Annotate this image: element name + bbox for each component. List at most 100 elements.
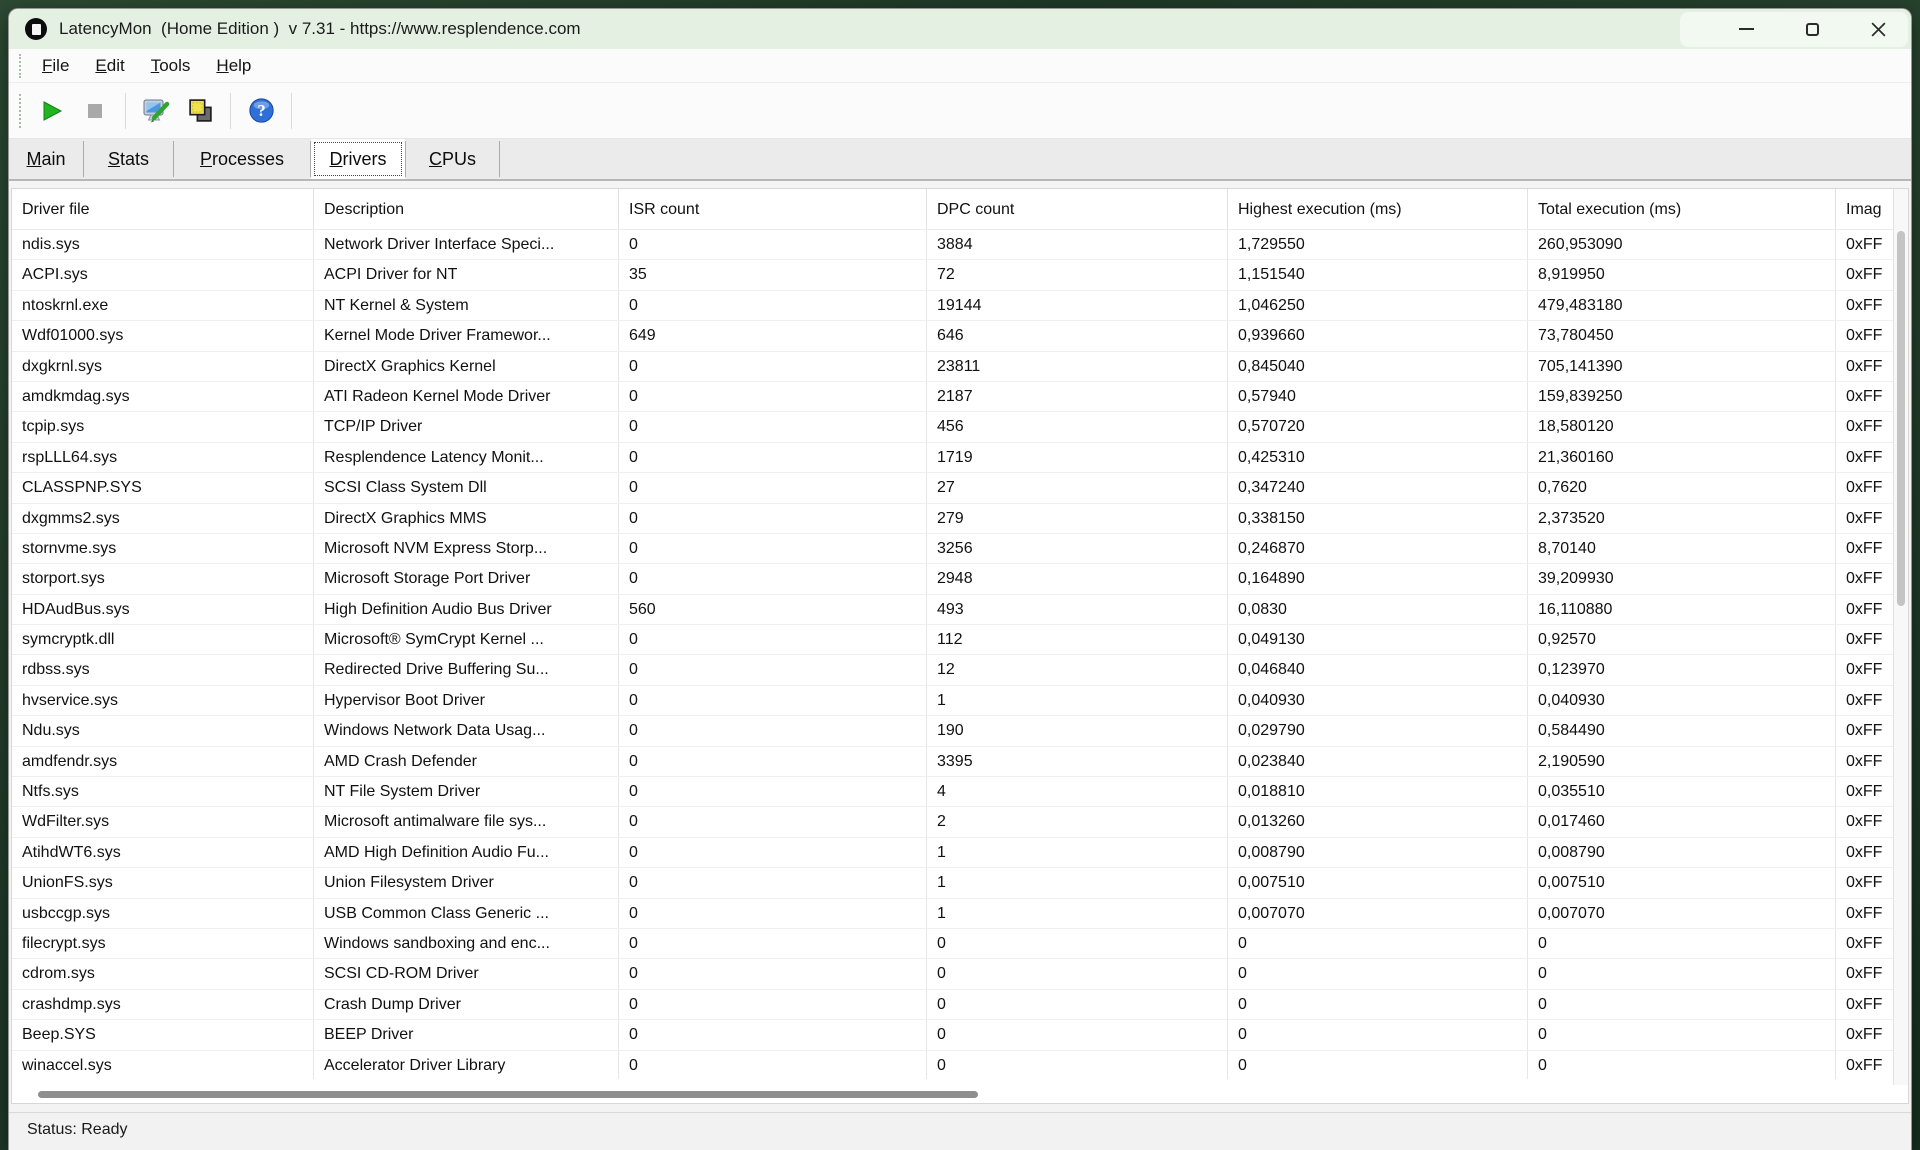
table-row[interactable]: CLASSPNP.SYS SCSI Class System Dll 0 27 … <box>12 473 1893 503</box>
table-row[interactable]: Beep.SYS BEEP Driver 0 0 0 0 0xFF <box>12 1020 1893 1050</box>
table-body: ndis.sys Network Driver Interface Speci.… <box>12 230 1893 1079</box>
cell-isr-count: 0 <box>619 686 927 715</box>
horizontal-scrollbar[interactable] <box>12 1085 1893 1103</box>
table-row[interactable]: ntoskrnl.exe NT Kernel & System 0 19144 … <box>12 291 1893 321</box>
table-row[interactable]: dxgmms2.sys DirectX Graphics MMS 0 279 0… <box>12 504 1893 534</box>
column-header-highest-execution[interactable]: Highest execution (ms) <box>1228 189 1528 229</box>
cell-highest-execution: 1,151540 <box>1228 260 1528 289</box>
table-row[interactable]: amdfendr.sys AMD Crash Defender 0 3395 0… <box>12 747 1893 777</box>
cell-driver-file: AtihdWT6.sys <box>12 838 314 867</box>
cell-driver-file: Ndu.sys <box>12 716 314 745</box>
cell-description: Resplendence Latency Monit... <box>314 443 619 472</box>
toolbar-gripper[interactable] <box>19 94 21 128</box>
cell-dpc-count: 2948 <box>927 564 1228 593</box>
vertical-scrollbar-thumb[interactable] <box>1897 231 1905 606</box>
table-row[interactable]: hvservice.sys Hypervisor Boot Driver 0 1… <box>12 686 1893 716</box>
horizontal-scrollbar-thumb[interactable] <box>38 1091 978 1098</box>
cell-isr-count: 0 <box>619 716 927 745</box>
tab-main[interactable]: Main <box>9 139 83 179</box>
column-header-description[interactable]: Description <box>314 189 619 229</box>
table-row[interactable]: WdFilter.sys Microsoft antimalware file … <box>12 807 1893 837</box>
title-bar[interactable]: LatencyMon (Home Edition ) v 7.31 - http… <box>9 9 1911 49</box>
menu-gripper[interactable] <box>19 54 21 78</box>
close-button[interactable] <box>1845 9 1911 49</box>
table-row[interactable]: ndis.sys Network Driver Interface Speci.… <box>12 230 1893 260</box>
table-row[interactable]: storport.sys Microsoft Storage Port Driv… <box>12 564 1893 594</box>
cell-dpc-count: 0 <box>927 959 1228 988</box>
cell-isr-count: 0 <box>619 352 927 381</box>
cell-driver-file: cdrom.sys <box>12 959 314 988</box>
table-row[interactable]: Wdf01000.sys Kernel Mode Driver Framewor… <box>12 321 1893 351</box>
table-row[interactable]: UnionFS.sys Union Filesystem Driver 0 1 … <box>12 868 1893 898</box>
vertical-scrollbar[interactable] <box>1893 189 1908 1085</box>
tab-drivers[interactable]: Drivers <box>311 139 405 179</box>
menu-file[interactable]: File <box>29 53 82 79</box>
menu-edit[interactable]: Edit <box>82 53 137 79</box>
column-header-driver-file[interactable]: Driver file <box>12 189 314 229</box>
table-row[interactable]: crashdmp.sys Crash Dump Driver 0 0 0 0 0… <box>12 990 1893 1020</box>
cell-isr-count: 0 <box>619 443 927 472</box>
cell-image-base: 0xFF <box>1836 504 1893 533</box>
menu-tools[interactable]: Tools <box>138 53 204 79</box>
table-row[interactable]: tcpip.sys TCP/IP Driver 0 456 0,570720 1… <box>12 412 1893 442</box>
cell-description: NT File System Driver <box>314 777 619 806</box>
cell-driver-file: winaccel.sys <box>12 1051 314 1079</box>
table-row[interactable]: amdkmdag.sys ATI Radeon Kernel Mode Driv… <box>12 382 1893 412</box>
copy-pages-icon <box>187 97 214 124</box>
cell-driver-file: filecrypt.sys <box>12 929 314 958</box>
table-row[interactable]: Ntfs.sys NT File System Driver 0 4 0,018… <box>12 777 1893 807</box>
table-row[interactable]: HDAudBus.sys High Definition Audio Bus D… <box>12 595 1893 625</box>
table-row[interactable]: symcryptk.dll Microsoft® SymCrypt Kernel… <box>12 625 1893 655</box>
table-row[interactable]: Ndu.sys Windows Network Data Usag... 0 1… <box>12 716 1893 746</box>
table-row[interactable]: dxgkrnl.sys DirectX Graphics Kernel 0 23… <box>12 352 1893 382</box>
cell-dpc-count: 12 <box>927 655 1228 684</box>
maximize-button[interactable] <box>1779 9 1845 49</box>
cell-dpc-count: 72 <box>927 260 1228 289</box>
cell-total-execution: 0,007510 <box>1528 868 1836 897</box>
cell-driver-file: tcpip.sys <box>12 412 314 441</box>
tab-processes[interactable]: Processes <box>174 139 310 179</box>
cell-image-base: 0xFF <box>1836 230 1893 259</box>
tab-stats[interactable]: Stats <box>84 139 173 179</box>
cell-image-base: 0xFF <box>1836 1051 1893 1079</box>
start-button[interactable] <box>29 90 73 132</box>
cell-isr-count: 0 <box>619 625 927 654</box>
cell-description: Accelerator Driver Library <box>314 1051 619 1079</box>
table-row[interactable]: rspLLL64.sys Resplendence Latency Monit.… <box>12 443 1893 473</box>
cell-image-base: 0xFF <box>1836 747 1893 776</box>
tab-cpus[interactable]: CPUs <box>406 139 499 179</box>
cell-description: Microsoft® SymCrypt Kernel ... <box>314 625 619 654</box>
cell-dpc-count: 456 <box>927 412 1228 441</box>
menu-help[interactable]: Help <box>203 53 264 79</box>
cell-highest-execution: 0,347240 <box>1228 473 1528 502</box>
analyze-button[interactable] <box>134 90 178 132</box>
table-row[interactable]: rdbss.sys Redirected Drive Buffering Su.… <box>12 655 1893 685</box>
cell-total-execution: 0,017460 <box>1528 807 1836 836</box>
table-row[interactable]: winaccel.sys Accelerator Driver Library … <box>12 1051 1893 1079</box>
cell-image-base: 0xFF <box>1836 625 1893 654</box>
cell-description: Union Filesystem Driver <box>314 868 619 897</box>
cell-driver-file: rdbss.sys <box>12 655 314 684</box>
column-header-image-base[interactable]: Imag <box>1836 189 1893 229</box>
table-row[interactable]: filecrypt.sys Windows sandboxing and enc… <box>12 929 1893 959</box>
help-button[interactable]: ? <box>239 90 283 132</box>
table-row[interactable]: usbccgp.sys USB Common Class Generic ...… <box>12 899 1893 929</box>
stop-button[interactable] <box>73 90 117 132</box>
cell-isr-count: 0 <box>619 959 927 988</box>
cell-isr-count: 0 <box>619 777 927 806</box>
table-row[interactable]: ACPI.sys ACPI Driver for NT 35 72 1,1515… <box>12 260 1893 290</box>
column-header-dpc-count[interactable]: DPC count <box>927 189 1228 229</box>
copy-report-button[interactable] <box>178 90 222 132</box>
cell-isr-count: 0 <box>619 504 927 533</box>
table-row[interactable]: AtihdWT6.sys AMD High Definition Audio F… <box>12 838 1893 868</box>
status-bar: Status: Ready <box>9 1112 1911 1150</box>
minimize-button[interactable] <box>1713 9 1779 49</box>
cell-total-execution: 0,040930 <box>1528 686 1836 715</box>
cell-image-base: 0xFF <box>1836 473 1893 502</box>
table-row[interactable]: cdrom.sys SCSI CD-ROM Driver 0 0 0 0 0xF… <box>12 959 1893 989</box>
column-header-total-execution[interactable]: Total execution (ms) <box>1528 189 1836 229</box>
cell-highest-execution: 0,845040 <box>1228 352 1528 381</box>
column-header-isr-count[interactable]: ISR count <box>619 189 927 229</box>
cell-total-execution: 0,123970 <box>1528 655 1836 684</box>
table-row[interactable]: stornvme.sys Microsoft NVM Express Storp… <box>12 534 1893 564</box>
